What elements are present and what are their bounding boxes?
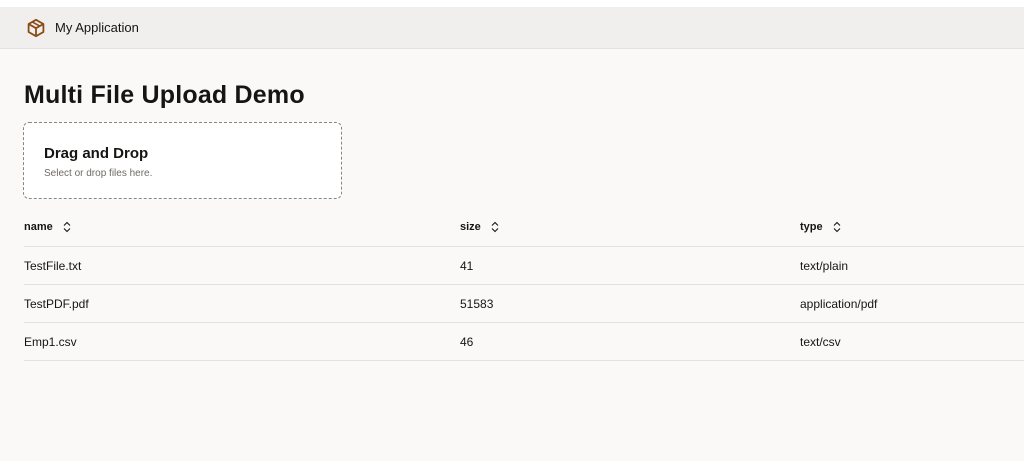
dropzone-title: Drag and Drop [44,145,149,162]
app-header: My Application [0,7,1024,49]
table-row[interactable]: TestFile.txt 41 text/plain [24,246,1024,285]
app-title: My Application [55,20,139,35]
app-viewport: My Application Multi File Upload Demo Dr… [0,0,1024,461]
files-table: name size type TestFile.txt 41 text/plai… [24,208,1024,361]
cell-size: 51583 [460,284,800,323]
column-header-label: type [800,221,823,233]
cell-type: application/pdf [800,284,1024,323]
page-title: Multi File Upload Demo [24,81,305,109]
column-header-type[interactable]: type [800,208,1024,247]
sort-icon[interactable] [62,221,72,233]
cell-size: 41 [460,246,800,285]
cell-name: TestPDF.pdf [24,284,460,323]
table-header-row: name size type [24,208,1024,247]
cell-name: TestFile.txt [24,246,460,285]
table-row[interactable]: Emp1.csv 46 text/csv [24,322,1024,361]
column-header-name[interactable]: name [24,208,460,247]
column-header-label: name [24,221,53,233]
sort-icon[interactable] [832,221,842,233]
cell-type: text/plain [800,246,1024,285]
top-strip [0,0,1024,7]
cell-name: Emp1.csv [24,322,460,361]
cube-icon [26,18,46,38]
file-dropzone[interactable]: Drag and Drop Select or drop files here. [23,122,342,199]
table-row[interactable]: TestPDF.pdf 51583 application/pdf [24,284,1024,323]
column-header-label: size [460,221,481,233]
cell-type: text/csv [800,322,1024,361]
cell-size: 46 [460,322,800,361]
dropzone-hint: Select or drop files here. [44,168,153,179]
column-header-size[interactable]: size [460,208,800,247]
sort-icon[interactable] [490,221,500,233]
